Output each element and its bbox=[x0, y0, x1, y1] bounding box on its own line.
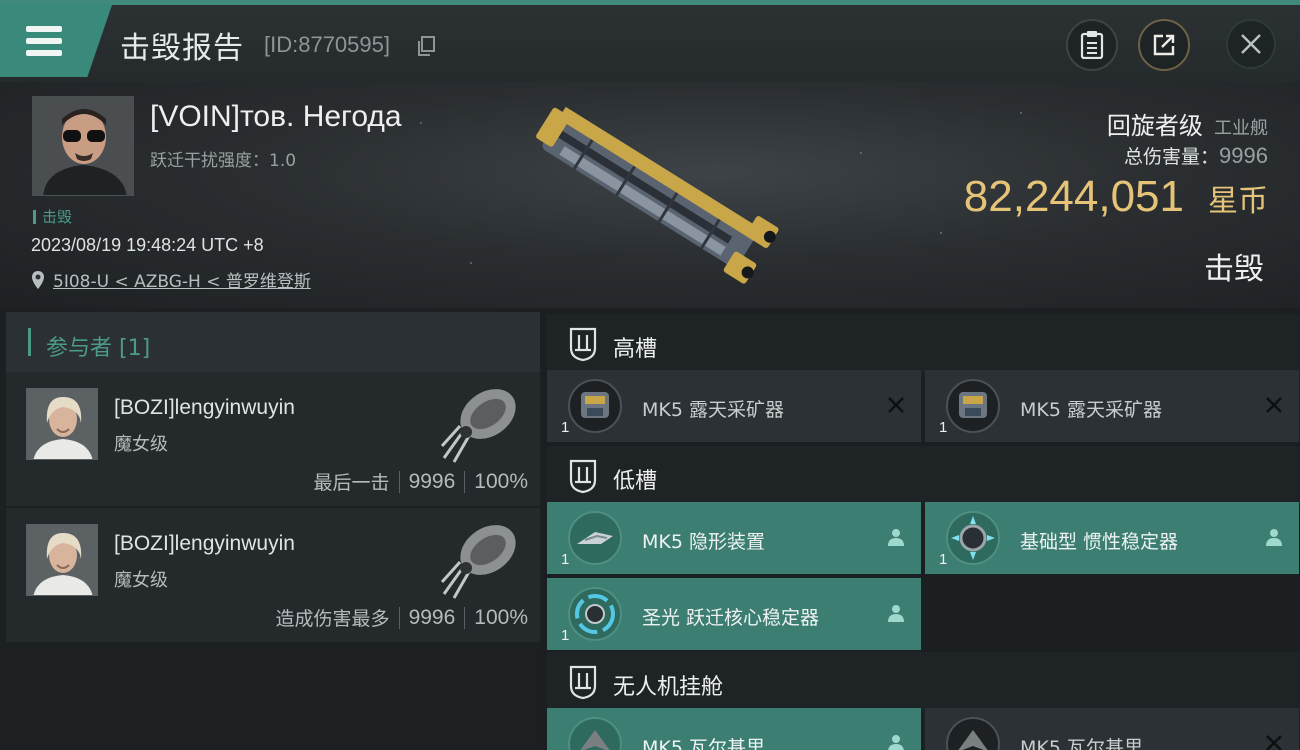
attacker-ship-image[interactable] bbox=[436, 512, 526, 602]
attacker-ship-image[interactable] bbox=[436, 376, 526, 466]
low-slot-title: 低槽 bbox=[613, 469, 658, 494]
pilot-avatar bbox=[33, 97, 133, 195]
module-item[interactable]: 1 MK5 瓦尔基里 bbox=[547, 708, 921, 750]
module-item[interactable]: 1 MK5 露天采矿器 bbox=[925, 370, 1299, 442]
module-item[interactable]: 1 MK5 露天采矿器 bbox=[547, 370, 921, 442]
pilot-avatar bbox=[27, 525, 97, 595]
module-count: 1 bbox=[561, 419, 570, 436]
total-damage: 总伤害量：9996 bbox=[1124, 142, 1268, 169]
module-name: MK5 隐形装置 bbox=[642, 531, 765, 553]
attacker-name[interactable]: [BOZI]lengyinwuyin bbox=[114, 396, 295, 420]
module-name: 基础型 惯性稳定器 bbox=[1020, 531, 1179, 553]
attacker-damage-percent: 100% bbox=[474, 469, 528, 493]
module-count: 1 bbox=[561, 551, 570, 568]
module-name: MK5 瓦尔基里 bbox=[642, 737, 765, 750]
attacker-ship: 魔女级 bbox=[114, 434, 168, 455]
total-damage-value: 9996 bbox=[1219, 143, 1268, 168]
module-item[interactable]: 1 基础型 惯性稳定器 bbox=[925, 502, 1299, 574]
module-count: 1 bbox=[939, 551, 948, 568]
copy-icon[interactable] bbox=[417, 36, 435, 56]
module-name: MK5 露天采矿器 bbox=[642, 399, 784, 421]
isk-unit: 星币 bbox=[1208, 184, 1268, 219]
kill-timestamp: 2023/08/19 19:48:24 UTC +8 bbox=[31, 235, 264, 255]
attacker-name[interactable]: [BOZI]lengyinwuyin bbox=[114, 532, 295, 556]
high-slot-header: 高槽 bbox=[547, 314, 1300, 374]
destroyed-icon bbox=[1266, 735, 1282, 750]
destroyed-icon bbox=[888, 397, 904, 413]
drone-bay-header: 无人机挂舱 bbox=[547, 652, 1300, 712]
attacker-damage: 9996 bbox=[408, 605, 456, 629]
dropped-icon bbox=[1266, 529, 1282, 546]
ship-name[interactable]: 回旋者级 bbox=[1107, 112, 1203, 140]
drone-icon bbox=[946, 717, 1000, 750]
attacker-tag: 最后一击 bbox=[313, 472, 390, 494]
total-damage-label: 总伤害量： bbox=[1124, 146, 1220, 168]
module-name: MK5 瓦尔基里 bbox=[1020, 737, 1143, 750]
attacker-ship: 魔女级 bbox=[114, 570, 168, 591]
location-link[interactable]: 5I08-U < AZBG-H < 普罗维登斯 bbox=[31, 267, 311, 292]
kill-summary-banner: [VOIN]тов. Негода 跃迁干扰强度：1.0 击毁 2023/08/… bbox=[0, 82, 1300, 308]
attacker-stats: 造成伤害最多 9996 100% bbox=[276, 604, 528, 631]
title-bar: 击毁报告 [ID:8770595] bbox=[0, 0, 1300, 82]
attacker-portrait[interactable] bbox=[26, 524, 98, 596]
destroyed-icon bbox=[1266, 397, 1282, 413]
victim-ship-info: 回旋者级 工业舰 bbox=[1107, 106, 1268, 141]
menu-button[interactable] bbox=[0, 5, 112, 77]
isk-value: 82,244,051 bbox=[963, 172, 1184, 221]
dropped-icon bbox=[888, 605, 904, 622]
drone-icon bbox=[568, 717, 622, 750]
cloaking-device-icon bbox=[568, 511, 622, 565]
drone-bay-title: 无人机挂舱 bbox=[613, 675, 724, 700]
dropped-icon bbox=[888, 735, 904, 750]
attacker-row[interactable]: [BOZI]lengyinwuyin 魔女级 最后一击 9996 100% bbox=[6, 372, 540, 506]
victim-portrait[interactable] bbox=[32, 96, 134, 196]
module-item[interactable]: 1 MK5 瓦尔基里 bbox=[925, 708, 1299, 750]
dropped-icon bbox=[888, 529, 904, 546]
location-text[interactable]: 5I08-U < AZBG-H < 普罗维登斯 bbox=[53, 267, 311, 292]
low-slot-icon bbox=[569, 459, 597, 494]
participants-title: 参与者 [1] bbox=[46, 336, 151, 361]
attacker-damage-percent: 100% bbox=[474, 605, 528, 629]
menu-icon bbox=[26, 26, 62, 32]
participants-header: 参与者 [1] bbox=[6, 312, 540, 372]
share-button[interactable] bbox=[1138, 19, 1190, 71]
attacker-portrait[interactable] bbox=[26, 388, 98, 460]
share-icon bbox=[1153, 34, 1175, 56]
fitting-panel: 高槽 1 MK5 露天采矿器 1 MK5 露天采矿器 低槽 1 MK5 隐形装置… bbox=[541, 308, 1300, 750]
strip-miner-icon bbox=[568, 379, 622, 433]
module-item[interactable]: 1 圣光 跃迁核心稳定器 bbox=[547, 578, 921, 650]
victim-name[interactable]: [VOIN]тов. Негода bbox=[150, 100, 402, 134]
warp-core-stabilizer-icon bbox=[568, 587, 622, 641]
attacker-damage: 9996 bbox=[408, 469, 456, 493]
pilot-avatar bbox=[27, 389, 97, 459]
close-button[interactable] bbox=[1226, 19, 1276, 69]
attacker-tag: 造成伤害最多 bbox=[275, 608, 390, 630]
module-name: 圣光 跃迁核心稳定器 bbox=[642, 607, 820, 629]
ship-class: 工业舰 bbox=[1214, 118, 1268, 139]
close-icon bbox=[1241, 34, 1261, 54]
module-count: 1 bbox=[561, 627, 570, 644]
attacker-stats: 最后一击 9996 100% bbox=[314, 468, 528, 495]
isk-loss: 82,244,051 星币 bbox=[964, 172, 1268, 222]
kill-status-label: 击毁 bbox=[1204, 252, 1264, 287]
high-slot-title: 高槽 bbox=[613, 337, 658, 362]
clipboard-button[interactable] bbox=[1066, 19, 1118, 71]
clipboard-icon bbox=[1080, 31, 1104, 59]
report-id[interactable]: [ID:8770595] bbox=[264, 32, 390, 58]
warp-scramble-strength: 跃迁干扰强度：1.0 bbox=[150, 151, 297, 171]
module-item[interactable]: 1 MK5 隐形装置 bbox=[547, 502, 921, 574]
strip-miner-icon bbox=[946, 379, 1000, 433]
drone-bay-icon bbox=[569, 665, 597, 700]
location-pin-icon bbox=[32, 270, 44, 289]
attacker-row[interactable]: [BOZI]lengyinwuyin 魔女级 造成伤害最多 9996 100% bbox=[6, 508, 540, 642]
victim-ship-image[interactable] bbox=[515, 94, 785, 284]
high-slot-icon bbox=[569, 327, 597, 362]
participants-panel: 参与者 [1] [BOZI]lengyinwuyin 魔女级 最后一击 9996 bbox=[0, 308, 541, 750]
module-name: MK5 露天采矿器 bbox=[1020, 399, 1162, 421]
inertial-stabilizer-icon bbox=[946, 511, 1000, 565]
page-title: 击毁报告 bbox=[120, 31, 244, 66]
low-slot-header: 低槽 bbox=[547, 446, 1300, 506]
kill-tag: 击毁 bbox=[33, 206, 72, 227]
module-count: 1 bbox=[939, 419, 948, 436]
